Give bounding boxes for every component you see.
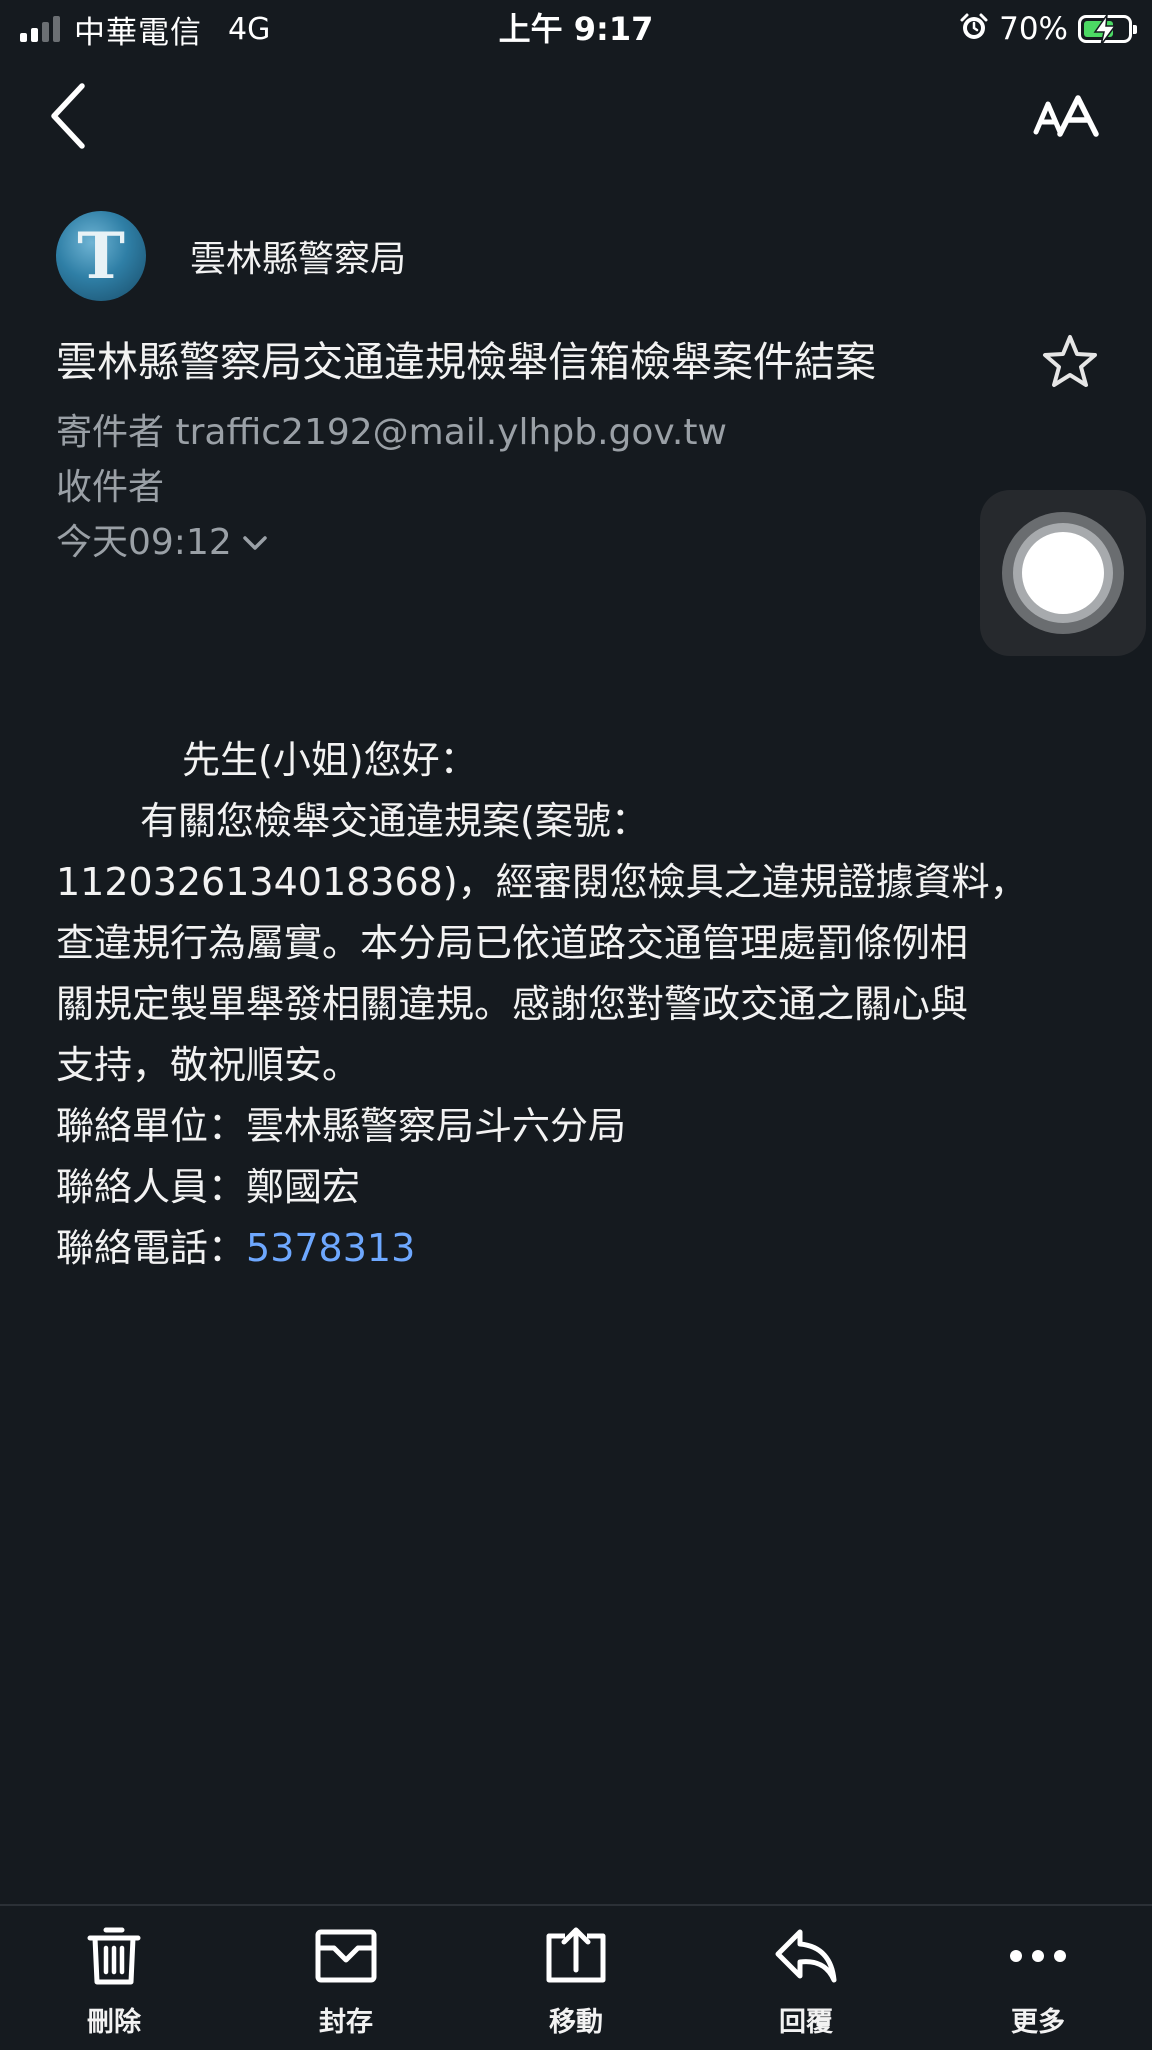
email-date: 今天09:12 [56, 522, 232, 563]
more-label: 更多 [1011, 2007, 1065, 2038]
sender-name[interactable]: 雲林縣警察局 [190, 230, 406, 282]
archive-label: 封存 [319, 2007, 373, 2038]
body-line: 支持，敬祝順安。 [56, 1043, 361, 1087]
body-line: 1120326134018368)，經審閱您檢具之違規證據資料， [56, 860, 1028, 904]
body-line: 有關您檢舉交通違規案(案號： [140, 799, 649, 843]
contact-unit: 聯絡單位：雲林縣警察局斗六分局 [56, 1104, 627, 1148]
to-label: 收件者 [56, 467, 165, 508]
status-right: 70% [959, 6, 1137, 52]
reply-button[interactable]: 回覆 [726, 1926, 886, 2039]
delete-label: 刪除 [87, 2007, 141, 2038]
contact-phone-label: 聯絡電話： [56, 1226, 247, 1270]
email-subject: 雲林縣警察局交通違規檢舉信箱檢舉案件結案 [56, 338, 876, 386]
reply-label: 回覆 [779, 2007, 833, 2038]
text-size-icon [1033, 95, 1099, 137]
chevron-down-icon [243, 536, 267, 550]
phone-link[interactable]: 5378313 [246, 1226, 415, 1270]
move-label: 移動 [549, 2007, 603, 2038]
move-icon [546, 1927, 606, 1983]
star-icon [1043, 335, 1097, 387]
contact-person: 聯絡人員：鄭國宏 [56, 1165, 361, 1209]
body-line: 關規定製單舉發相關違規。感謝您對警政交通之關心與 [56, 982, 969, 1026]
avatar-letter: T [77, 218, 125, 294]
sender-row: T 雲林縣警察局 [56, 210, 406, 302]
status-bar: 中華電信 4G 上午 9:17 70% [0, 0, 1152, 58]
reply-icon [775, 1929, 837, 1983]
date-line[interactable]: 今天09:12 [56, 518, 270, 568]
from-label: 寄件者 [56, 412, 165, 453]
body-greeting: 先生(小姐)您好： [182, 738, 478, 782]
bottom-toolbar: 刪除 封存 移動 回覆 更多 [0, 1904, 1152, 2050]
assistive-touch-button[interactable] [980, 490, 1146, 656]
email-body: 先生(小姐)您好： 有關您檢舉交通違規案(案號： 112032613401836… [56, 730, 1096, 1279]
from-line: 寄件者 traffic2192@mail.ylhpb.gov.tw [56, 408, 727, 458]
to-line: 收件者 [56, 463, 164, 513]
top-nav [0, 70, 1152, 160]
back-button[interactable] [42, 80, 102, 150]
body-line: 查違規行為屬實。本分局已依道路交通管理處罰條例相 [56, 921, 969, 965]
move-button[interactable]: 移動 [496, 1926, 656, 2039]
more-button[interactable]: 更多 [958, 1926, 1118, 2039]
from-address[interactable]: traffic2192@mail.ylhpb.gov.tw [175, 412, 726, 453]
star-button[interactable] [1040, 332, 1100, 392]
battery-percent: 70% [999, 11, 1068, 47]
archive-icon [315, 1929, 377, 1983]
archive-button[interactable]: 封存 [266, 1926, 426, 2039]
contact-phone-line: 聯絡電話：5378313 [56, 1218, 1096, 1279]
avatar[interactable]: T [56, 211, 146, 301]
text-size-button[interactable] [1032, 88, 1102, 148]
trash-icon [87, 1927, 141, 1985]
more-icon [1010, 1950, 1066, 1962]
chevron-left-icon [51, 83, 85, 149]
alarm-icon [959, 12, 989, 46]
delete-button[interactable]: 刪除 [34, 1926, 194, 2039]
battery-charging-icon [1078, 15, 1137, 45]
